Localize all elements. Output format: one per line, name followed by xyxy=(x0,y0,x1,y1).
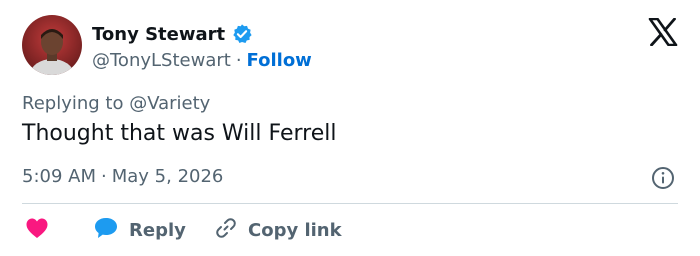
heart-icon xyxy=(25,217,49,243)
separator-dot: · xyxy=(235,49,242,71)
info-icon[interactable] xyxy=(651,166,675,190)
tweet-text: Thought that was Will Ferrell xyxy=(22,121,337,146)
avatar[interactable] xyxy=(22,15,82,75)
author-name[interactable]: Tony Stewart xyxy=(92,24,225,45)
like-button[interactable] xyxy=(25,216,49,244)
divider xyxy=(22,203,678,204)
verified-badge-icon xyxy=(231,23,253,45)
avatar-photo xyxy=(22,15,82,75)
copy-link-label: Copy link xyxy=(248,219,342,241)
timestamp[interactable]: 5:09 AM · May 5, 2026 xyxy=(22,166,223,187)
follow-link[interactable]: Follow xyxy=(247,50,312,71)
tweet-date: May 5, 2026 xyxy=(111,166,224,187)
reply-button[interactable]: Reply xyxy=(93,216,186,244)
reply-label: Reply xyxy=(129,219,186,241)
author-handle[interactable]: @TonyLStewart xyxy=(92,50,231,71)
x-logo-icon[interactable] xyxy=(648,17,678,47)
copy-link-button[interactable]: Copy link xyxy=(214,216,342,244)
author-name-row: Tony Stewart xyxy=(92,21,253,47)
author-handle-row: @TonyLStewart · Follow xyxy=(92,47,312,73)
replying-to[interactable]: Replying to @Variety xyxy=(22,93,210,114)
speech-bubble-icon xyxy=(93,216,119,244)
link-icon xyxy=(214,216,238,244)
tweet-time: 5:09 AM xyxy=(22,166,96,187)
separator-dot: · xyxy=(101,166,107,187)
